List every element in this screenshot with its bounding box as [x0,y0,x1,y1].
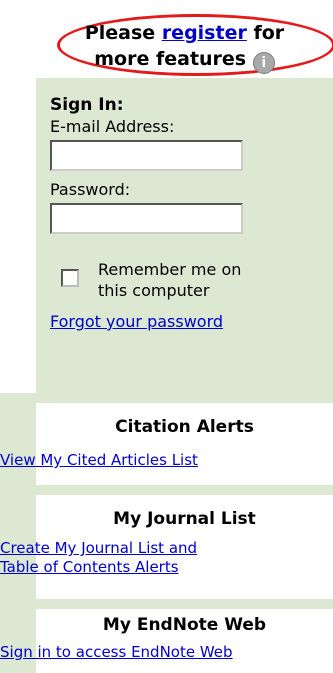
journal-list-box: My Journal List Create My Journal List a… [0,495,333,599]
endnote-title: My EndNote Web [102,615,267,635]
box-separator [0,599,333,609]
email-label: E-mail Address: [50,117,175,136]
box-separator [0,485,333,495]
signin-form: Sign In: E-mail Address: Password: [50,94,243,242]
register-line2: more features [94,48,247,70]
email-field[interactable] [50,140,243,171]
box-shade [0,609,36,673]
register-prefix: Please [84,22,162,44]
create-journal-list-link[interactable]: Create My Journal List and Table of Cont… [0,539,197,577]
box-separator [0,393,333,403]
citation-alerts-box: Citation Alerts View My Cited Articles L… [0,403,333,485]
remember-line1: Remember me on [98,260,242,279]
register-link[interactable]: register [162,22,247,44]
box-shade [0,403,36,485]
create-journal-list-line1: Create My Journal List and [0,539,198,557]
citation-alerts-title: Citation Alerts [115,417,254,437]
register-message: Please register for more features i [36,20,333,74]
remember-line2: this computer [98,281,210,300]
remember-me-label: Remember me on this computer [98,259,241,301]
forgot-password-link[interactable]: Forgot your password [50,312,223,331]
register-banner: Please register for more features i [36,0,333,78]
register-suffix: for [246,22,285,44]
signin-title: Sign In: [50,95,124,115]
view-cited-articles-link[interactable]: View My Cited Articles List [0,451,198,470]
endnote-signin-link[interactable]: Sign in to access EndNote Web [0,643,233,662]
endnote-box: My EndNote Web Sign in to access EndNote… [0,609,333,673]
password-field[interactable] [50,203,243,234]
remember-me-row: Remember me on this computer [61,259,321,303]
password-label: Password: [50,180,131,199]
info-icon[interactable]: i [252,52,275,74]
remember-me-checkbox[interactable] [61,269,79,287]
journal-list-title: My Journal List [113,509,256,529]
create-journal-list-line2: Table of Contents Alerts [0,558,179,576]
signin-panel: Please register for more features i Sign… [36,0,333,393]
